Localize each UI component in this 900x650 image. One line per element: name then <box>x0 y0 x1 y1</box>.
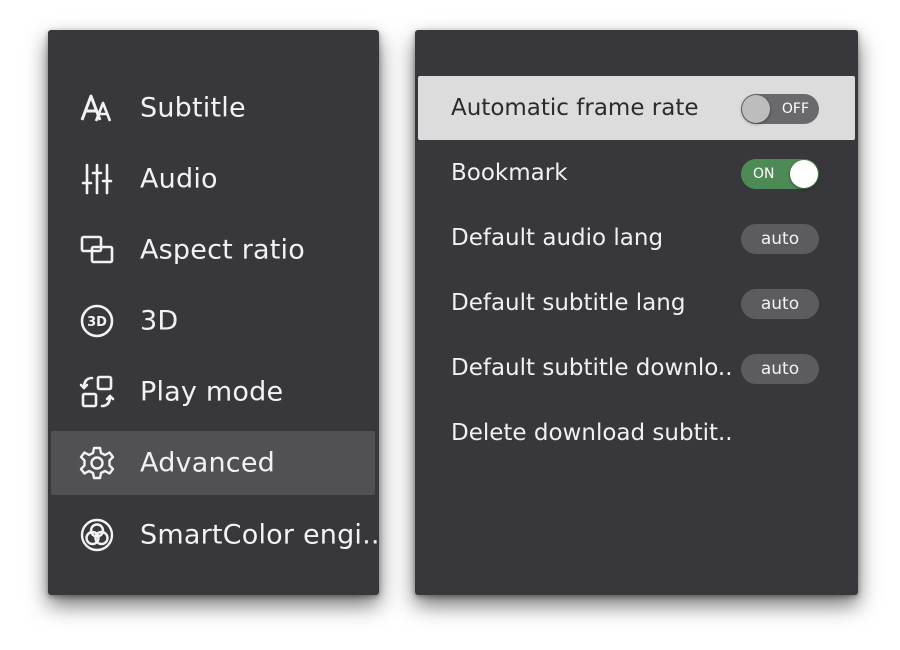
menu-item-advanced[interactable]: Advanced <box>51 431 375 495</box>
setting-label: Automatic frame rate <box>451 95 699 121</box>
default-audio-lang-value[interactable]: auto <box>741 224 819 254</box>
menu-item-smartcolor[interactable]: SmartColor engi.. <box>51 503 379 567</box>
menu-item-label: Advanced <box>140 447 275 479</box>
bookmark-toggle[interactable]: ON <box>741 159 819 189</box>
setting-automatic-frame-rate[interactable]: Automatic frame rate OFF <box>418 76 855 140</box>
toggle-knob <box>790 160 818 188</box>
setting-default-subtitle-download[interactable]: Default subtitle downlo.. auto <box>418 336 855 400</box>
menu-item-label: Aspect ratio <box>140 234 305 266</box>
gear-icon <box>79 445 115 481</box>
smartcolor-icon <box>79 517 115 553</box>
menu-item-play-mode[interactable]: Play mode <box>51 360 375 424</box>
subtitle-icon <box>79 90 115 126</box>
toggle-state-text: OFF <box>781 101 809 117</box>
menu-item-subtitle[interactable]: Subtitle <box>51 76 375 140</box>
setting-label: Default audio lang <box>451 225 664 251</box>
setting-label: Default subtitle lang <box>451 290 686 316</box>
toggle-state-text: ON <box>753 166 775 182</box>
menu-item-label: SmartColor engi.. <box>140 519 380 551</box>
3d-icon: 3D <box>79 303 115 339</box>
default-subtitle-download-value[interactable]: auto <box>741 354 819 384</box>
automatic-frame-rate-toggle[interactable]: OFF <box>741 94 819 124</box>
menu-item-label: Subtitle <box>140 92 246 124</box>
menu-panel: Subtitle Audio Aspect ratio 3D 3D Play m… <box>48 30 379 595</box>
menu-item-label: Audio <box>140 163 218 195</box>
menu-item-audio[interactable]: Audio <box>51 147 375 211</box>
setting-delete-download-subtitles[interactable]: Delete download subtit.. <box>418 401 855 465</box>
play-mode-icon <box>79 374 115 410</box>
menu-item-aspect-ratio[interactable]: Aspect ratio <box>51 218 375 282</box>
setting-label: Delete download subtit.. <box>451 420 733 446</box>
setting-default-subtitle-lang[interactable]: Default subtitle lang auto <box>418 271 855 335</box>
default-subtitle-lang-value[interactable]: auto <box>741 289 819 319</box>
menu-item-3d[interactable]: 3D 3D <box>51 289 375 353</box>
aspect-ratio-icon <box>79 232 115 268</box>
setting-default-audio-lang[interactable]: Default audio lang auto <box>418 206 855 270</box>
toggle-knob <box>742 95 770 123</box>
menu-item-label: 3D <box>140 305 179 337</box>
svg-text:3D: 3D <box>87 315 107 330</box>
advanced-settings-panel: Automatic frame rate OFF Bookmark ON Def… <box>415 30 858 595</box>
setting-label: Bookmark <box>451 160 568 186</box>
setting-label: Default subtitle downlo.. <box>451 355 733 381</box>
menu-item-label: Play mode <box>140 376 284 408</box>
audio-equalizer-icon <box>79 161 115 197</box>
setting-bookmark[interactable]: Bookmark ON <box>418 141 855 205</box>
